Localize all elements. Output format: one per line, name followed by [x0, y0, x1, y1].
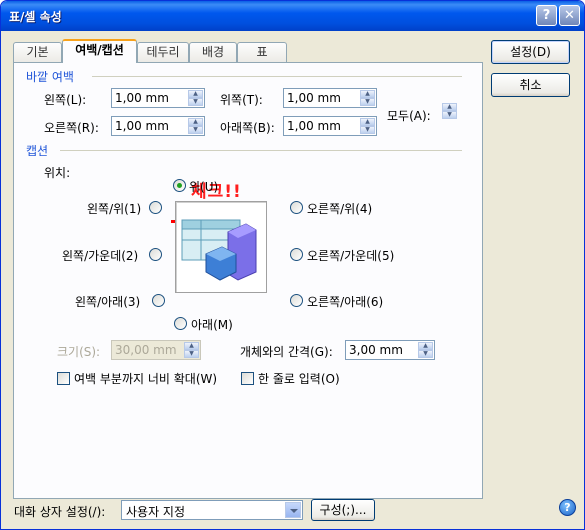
caption-right-middle-label: 오른쪽/가운데(5)	[307, 249, 395, 263]
question-icon: ?	[542, 8, 551, 23]
top-margin-value: 1,00 mm	[287, 91, 341, 105]
radio-caption-right-bottom[interactable]	[290, 294, 303, 307]
top-margin-label: 위쪽(T):	[220, 93, 263, 107]
dialog-window: 표/셀 속성 ? ✕ 기본 여백/캡션 테두리 배경 표 바깥 여백 왼쪽(L)…	[0, 0, 585, 530]
left-margin-value: 1,00 mm	[115, 91, 169, 105]
dialog-settings-combo[interactable]: 사용자 지정	[121, 500, 303, 520]
title-bar: 표/셀 속성 ? ✕	[1, 1, 584, 31]
title-close-button[interactable]: ✕	[559, 5, 580, 26]
expand-width-checkbox[interactable]	[57, 372, 70, 385]
caption-preview	[175, 201, 267, 293]
radio-caption-left-bottom[interactable]	[152, 294, 165, 307]
single-line-checkbox[interactable]	[241, 372, 254, 385]
config-button[interactable]: 구성(;)...	[311, 499, 375, 521]
caption-group-label: 캡션	[26, 144, 49, 158]
spin-up-icon[interactable]: ▲	[188, 90, 203, 98]
caption-gap-label: 개체와의 간격(G):	[240, 345, 333, 359]
radio-caption-top[interactable]	[173, 179, 186, 192]
cancel-button[interactable]: 취소	[491, 73, 570, 97]
caption-size-spinner: 30,00 mm ▲ ▼	[111, 340, 201, 360]
dialog-body: 기본 여백/캡션 테두리 배경 표 바깥 여백 왼쪽(L): 1,00 mm ▲…	[4, 31, 581, 527]
group-divider	[60, 150, 462, 151]
radio-caption-right-top[interactable]	[290, 201, 303, 214]
bottom-margin-value: 1,00 mm	[287, 119, 341, 133]
ok-button[interactable]: 설정(D)	[491, 40, 570, 64]
spin-down-icon[interactable]: ▼	[442, 111, 457, 119]
spin-up-icon[interactable]: ▲	[360, 90, 375, 98]
dialog-settings-label: 대화 상자 설정(/):	[14, 505, 106, 519]
radio-caption-bottom[interactable]	[174, 317, 187, 330]
spin-up-icon[interactable]: ▲	[188, 118, 203, 126]
spin-up-icon[interactable]: ▲	[360, 118, 375, 126]
bottom-margin-label: 아래쪽(B):	[220, 121, 275, 135]
group-divider	[92, 76, 462, 77]
single-line-label: 한 줄로 입력(O)	[258, 372, 340, 386]
right-margin-label: 오른쪽(R):	[44, 121, 99, 135]
dialog-settings-value: 사용자 지정	[126, 505, 186, 519]
close-icon: ✕	[564, 8, 575, 23]
caption-size-label: 크기(S):	[57, 345, 101, 359]
outer-margin-group-label: 바깥 여백	[26, 70, 74, 84]
expand-width-label: 여백 부분까지 너비 확대(W)	[74, 372, 218, 386]
spin-up-icon[interactable]: ▲	[442, 103, 457, 111]
caption-gap-spinner[interactable]: 3,00 mm ▲ ▼	[345, 340, 435, 360]
left-margin-spinner[interactable]: 1,00 mm ▲ ▼	[111, 88, 205, 108]
left-margin-label: 왼쪽(L):	[44, 93, 87, 107]
spin-down-icon[interactable]: ▼	[418, 350, 433, 358]
spin-up-icon: ▲	[184, 342, 199, 350]
position-label: 위치:	[44, 166, 71, 180]
caption-bottom-label: 아래(M)	[191, 318, 233, 332]
table-cube-preview-icon	[181, 219, 257, 281]
window-title: 표/셀 속성	[9, 10, 62, 24]
spin-down-icon: ▼	[184, 350, 199, 358]
spin-down-icon[interactable]: ▼	[360, 98, 375, 106]
spin-up-icon[interactable]: ▲	[418, 342, 433, 350]
title-help-button[interactable]: ?	[536, 5, 557, 26]
all-margin-spinner[interactable]: ▲ ▼	[440, 103, 457, 123]
chevron-down-icon[interactable]	[285, 502, 301, 518]
caption-left-middle-label: 왼쪽/가운데(2)	[62, 249, 139, 263]
right-margin-spinner[interactable]: 1,00 mm ▲ ▼	[111, 116, 205, 136]
radio-caption-left-middle[interactable]	[149, 248, 162, 261]
spin-down-icon[interactable]: ▼	[188, 98, 203, 106]
caption-right-bottom-label: 오른쪽/아래(6)	[307, 295, 384, 309]
top-margin-spinner[interactable]: 1,00 mm ▲ ▼	[283, 88, 377, 108]
all-margin-label: 모두(A):	[387, 109, 431, 123]
caption-left-top-label: 왼쪽/위(1)	[87, 202, 142, 216]
radio-caption-right-middle[interactable]	[290, 248, 303, 261]
caption-right-top-label: 오른쪽/위(4)	[307, 202, 373, 216]
caption-gap-value: 3,00 mm	[349, 343, 403, 357]
caption-left-bottom-label: 왼쪽/아래(3)	[75, 295, 141, 309]
help-icon[interactable]: ?	[559, 499, 576, 516]
spin-down-icon[interactable]: ▼	[360, 126, 375, 134]
spin-down-icon[interactable]: ▼	[188, 126, 203, 134]
caption-size-value: 30,00 mm	[115, 343, 177, 357]
right-margin-value: 1,00 mm	[115, 119, 169, 133]
radio-caption-left-top[interactable]	[149, 201, 162, 214]
bottom-margin-spinner[interactable]: 1,00 mm ▲ ▼	[283, 116, 377, 136]
caption-top-label: 위(U)	[189, 180, 219, 194]
